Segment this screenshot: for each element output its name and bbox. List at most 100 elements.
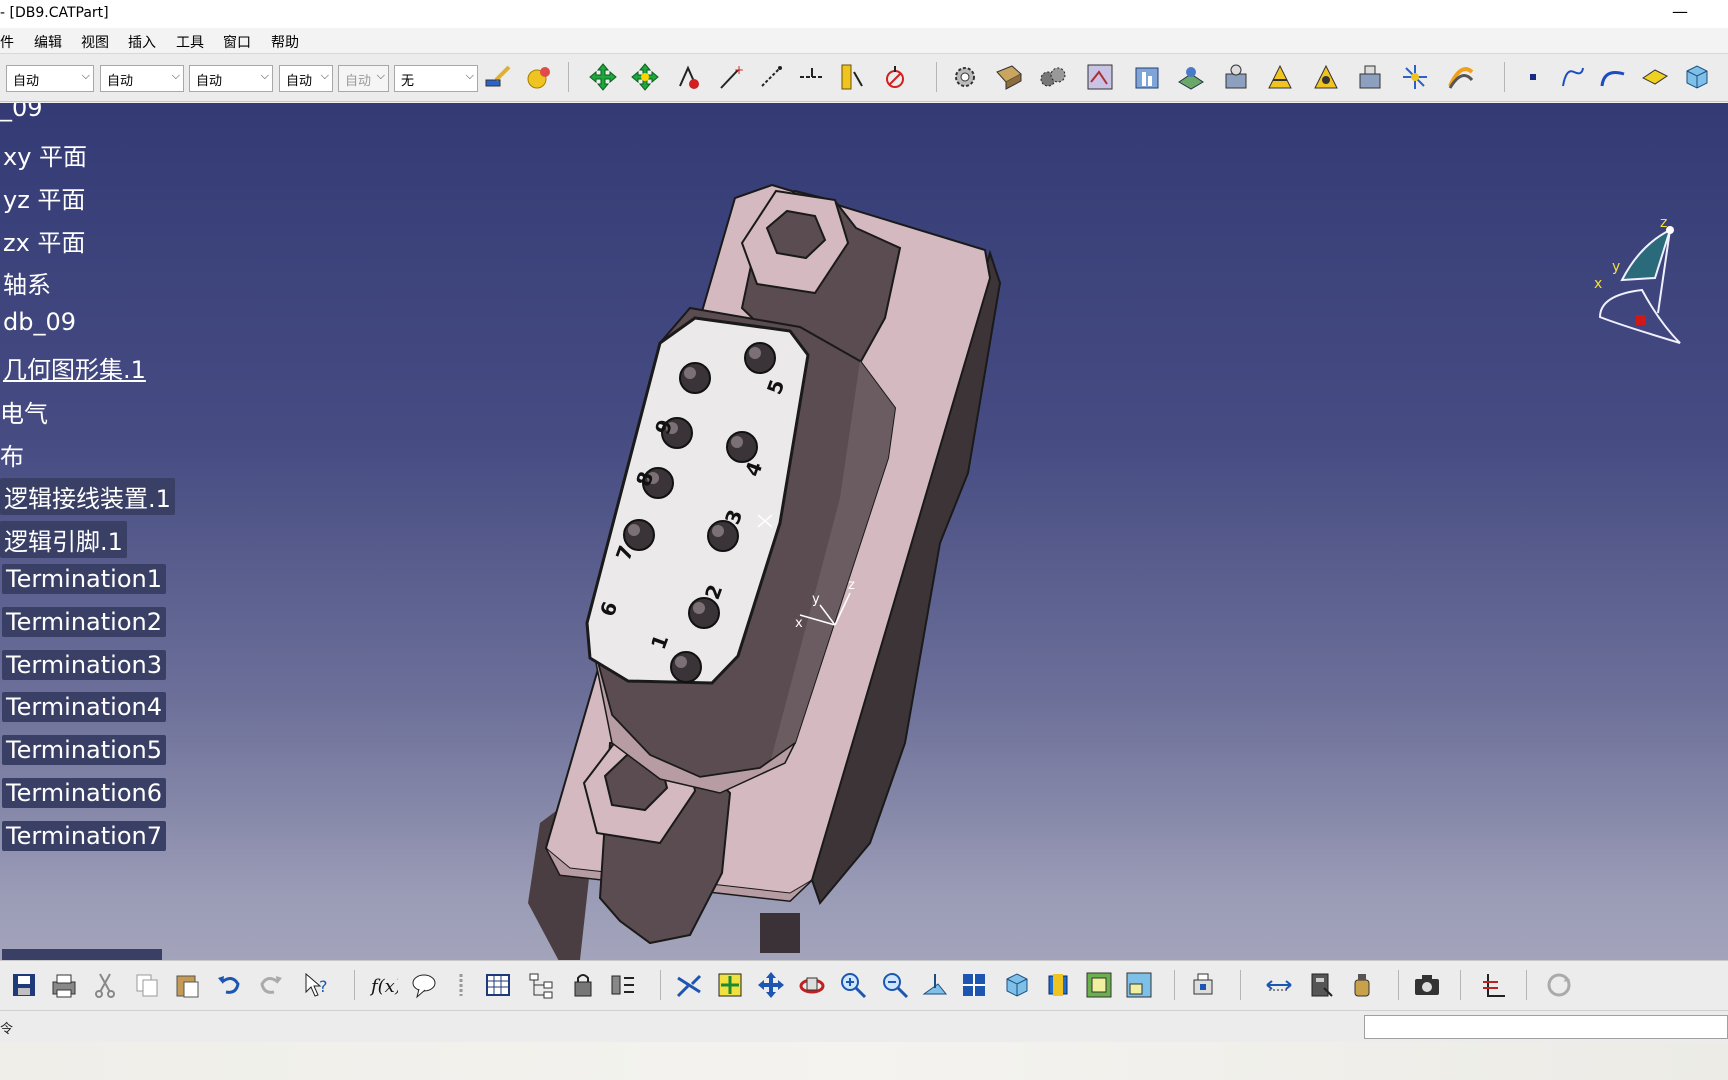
line-color-combo[interactable]: 自动 ⌵ — [6, 65, 94, 92]
whats-this-icon[interactable]: ? — [300, 968, 334, 1002]
tree-termination[interactable]: Termination3 — [2, 650, 166, 680]
redo-icon[interactable] — [254, 968, 288, 1002]
menu-help[interactable]: 帮助 — [271, 32, 299, 52]
bottle-icon[interactable] — [1345, 968, 1379, 1002]
tree-logical-pin[interactable]: 逻辑引脚.1 — [0, 521, 127, 558]
ruler-icon[interactable] — [834, 60, 868, 94]
catalog-icon[interactable] — [1130, 60, 1164, 94]
formula-icon[interactable]: f(x) — [366, 968, 400, 1002]
db9-connector-model[interactable]: 1 2 3 4 5 6 7 8 9 z x y — [0, 103, 1728, 960]
menu-tools[interactable]: 工具 — [176, 32, 204, 52]
comment-icon[interactable] — [407, 968, 441, 1002]
knowledge-icon[interactable] — [1083, 60, 1117, 94]
move-cross-icon[interactable] — [586, 60, 620, 94]
camera-icon[interactable] — [1410, 968, 1444, 1002]
tree-termination[interactable]: Termination6 — [2, 778, 166, 808]
layer-combo[interactable]: 自动 ⌵ — [338, 65, 389, 92]
tree-xy-plane[interactable]: xy 平面 — [3, 137, 87, 172]
axis-system-icon[interactable] — [1476, 968, 1510, 1002]
tree-electrical[interactable]: 电气 — [0, 394, 48, 429]
tree-termination[interactable]: Termination2 — [2, 607, 166, 637]
tree-root[interactable]: _09 — [0, 103, 43, 122]
tree-axis-system[interactable]: 轴系 — [3, 265, 51, 300]
menu-insert[interactable]: 插入 — [128, 32, 156, 52]
paintbrush-icon[interactable] — [480, 60, 514, 94]
menu-edit[interactable]: 编辑 — [34, 32, 62, 52]
undo-icon[interactable] — [212, 968, 246, 1002]
menu-window[interactable]: 窗口 — [223, 32, 251, 52]
tree-logical-device[interactable]: 逻辑接线装置.1 — [0, 478, 175, 515]
table-icon[interactable] — [481, 968, 515, 1002]
line-type-combo[interactable]: 自动 ⌵ — [189, 65, 273, 92]
status-bar: 令 — [0, 1010, 1728, 1042]
hide-show-icon[interactable] — [1082, 968, 1116, 1002]
cube-icon[interactable] — [1680, 60, 1714, 94]
command-input[interactable] — [1364, 1015, 1728, 1039]
zoom-in-icon[interactable] — [836, 968, 870, 1002]
fly-mode-icon[interactable] — [672, 968, 706, 1002]
menu-file[interactable]: 件 — [0, 32, 14, 52]
multi-view-icon[interactable] — [957, 968, 991, 1002]
link-icon[interactable] — [444, 968, 478, 1002]
painter-ball-icon[interactable] — [522, 60, 556, 94]
catalog-browser-icon[interactable] — [1304, 968, 1338, 1002]
fitting-icon[interactable] — [1353, 60, 1387, 94]
axis-icon[interactable] — [795, 60, 829, 94]
generative-shape-icon[interactable] — [1036, 60, 1070, 94]
copy-icon[interactable] — [130, 968, 164, 1002]
part-design-icon[interactable] — [992, 60, 1026, 94]
save-icon[interactable] — [7, 968, 41, 1002]
3d-viewport[interactable]: 1 2 3 4 5 6 7 8 9 z x y _09 xy 平面 yz 平面 … — [0, 103, 1728, 960]
pan-icon[interactable] — [754, 968, 788, 1002]
render-icon[interactable] — [1186, 968, 1220, 1002]
menu-view[interactable]: 视图 — [81, 32, 109, 52]
compass-icon[interactable]: z x y — [1580, 215, 1690, 365]
snap-icon[interactable] — [672, 60, 706, 94]
tree-icon[interactable] — [524, 968, 558, 1002]
fit-all-icon[interactable] — [713, 968, 747, 1002]
line-icon[interactable] — [754, 60, 788, 94]
tree-layout[interactable]: 布 — [0, 437, 24, 472]
print-icon[interactable] — [47, 968, 81, 1002]
gear-icon[interactable] — [948, 60, 982, 94]
spline-icon[interactable] — [1556, 60, 1590, 94]
arc-icon[interactable] — [1596, 60, 1630, 94]
iso-view-icon[interactable] — [1000, 968, 1034, 1002]
paste-icon[interactable] — [170, 968, 204, 1002]
point-type-combo[interactable]: 自动 ⌵ — [279, 65, 333, 92]
measure-icon[interactable] — [878, 60, 912, 94]
render-style-combo[interactable]: 无 ⌵ — [394, 65, 478, 92]
shading-icon[interactable] — [1041, 968, 1075, 1002]
device-icon[interactable] — [1309, 60, 1343, 94]
lock-icon[interactable] — [566, 968, 600, 1002]
point-icon[interactable]: + — [714, 60, 748, 94]
tree-yz-plane[interactable]: yz 平面 — [3, 180, 85, 215]
connector-icon[interactable] — [1263, 60, 1297, 94]
plane-icon[interactable] — [1638, 60, 1672, 94]
tree-termination[interactable]: Termination1 — [2, 564, 166, 594]
compass-z-label: z — [1660, 215, 1667, 231]
tree-termination[interactable]: Termination4 — [2, 692, 166, 722]
bundle-icon[interactable] — [1398, 60, 1432, 94]
toolbar-separator — [936, 62, 937, 92]
normal-view-icon[interactable] — [918, 968, 952, 1002]
electrical-icon[interactable] — [1174, 60, 1208, 94]
dimension-icon[interactable] — [1262, 968, 1296, 1002]
cut-icon[interactable] — [88, 968, 122, 1002]
tree-termination[interactable]: Termination5 — [2, 735, 166, 765]
update-icon[interactable] — [1542, 968, 1576, 1002]
line-width-combo[interactable]: 自动 ⌵ — [100, 65, 184, 92]
align-icon[interactable] — [606, 968, 640, 1002]
wire-icon[interactable] — [1444, 60, 1478, 94]
minimize-button[interactable]: — — [1672, 2, 1688, 21]
dot-icon[interactable] — [1516, 60, 1550, 94]
tree-zx-plane[interactable]: zx 平面 — [3, 223, 85, 258]
tree-body[interactable]: db_09 — [3, 308, 76, 336]
tree-geometric-set[interactable]: 几何图形集.1 — [3, 350, 146, 385]
swap-visible-icon[interactable] — [1122, 968, 1156, 1002]
zoom-out-icon[interactable] — [878, 968, 912, 1002]
rotate-cross-icon[interactable] — [628, 60, 662, 94]
tree-termination[interactable]: Termination7 — [2, 821, 166, 851]
rotate-icon[interactable] — [795, 968, 829, 1002]
harness-icon[interactable] — [1219, 60, 1253, 94]
